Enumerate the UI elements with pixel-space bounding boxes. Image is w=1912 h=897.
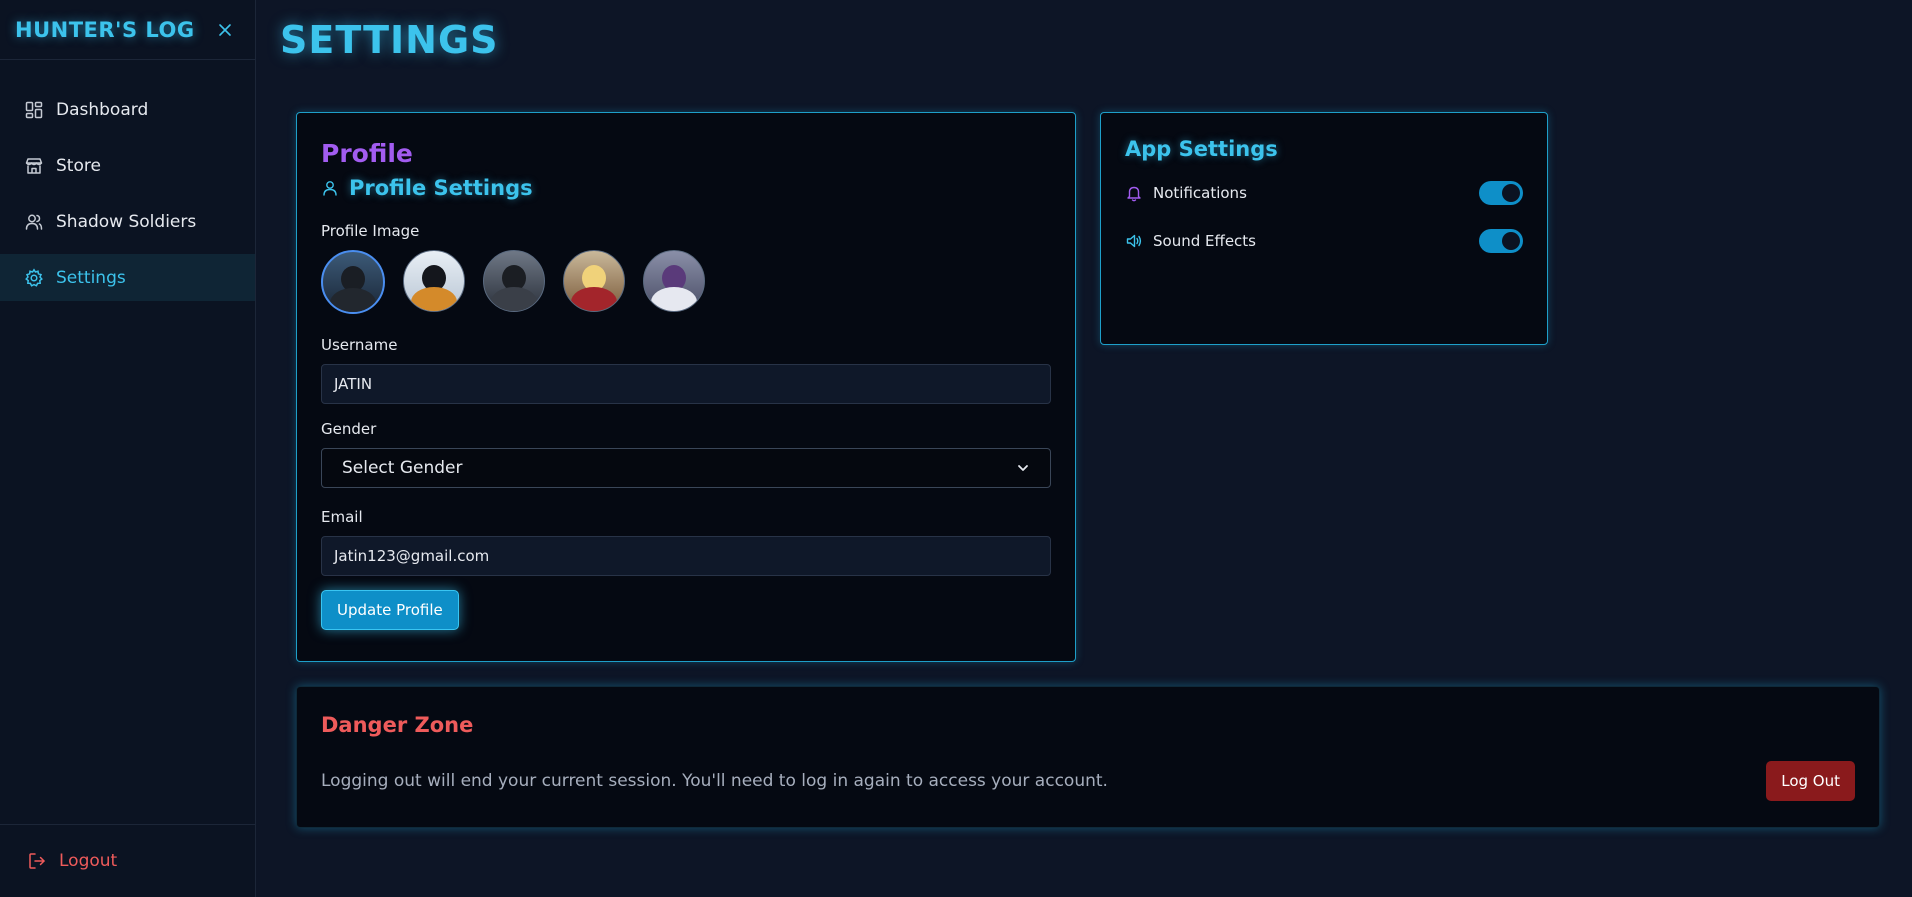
- sidebar-item-store[interactable]: Store: [0, 142, 255, 189]
- username-value: JATIN: [334, 375, 373, 393]
- close-icon: [219, 23, 231, 36]
- avatar-option[interactable]: [403, 250, 465, 312]
- danger-zone-card: Danger Zone Logging out will end your cu…: [296, 686, 1880, 828]
- gender-label: Gender: [321, 420, 377, 438]
- avatar-option[interactable]: [321, 250, 385, 314]
- logout-icon: [27, 851, 47, 871]
- toggle-knob: [1502, 184, 1520, 202]
- sound-effects-row: Sound Effects: [1125, 225, 1523, 257]
- user-icon: [321, 179, 339, 197]
- danger-zone-heading: Danger Zone: [321, 713, 474, 737]
- sidebar-item-shadow-soldiers[interactable]: Shadow Soldiers: [0, 198, 255, 245]
- sidebar-item-settings[interactable]: Settings: [0, 254, 255, 301]
- sidebar-item-label: Store: [56, 155, 101, 176]
- sidebar-nav: Dashboard Store Shadow Soldiers Settings: [0, 86, 255, 301]
- profile-subheading-label: Profile Settings: [349, 176, 533, 200]
- notifications-setting: Notifications: [1125, 184, 1247, 202]
- profile-settings-subheading: Profile Settings: [321, 176, 1051, 200]
- speaker-icon: [1125, 232, 1143, 250]
- danger-zone-text: Logging out will end your current sessio…: [321, 771, 1108, 791]
- page-title: SETTINGS: [280, 18, 499, 62]
- sidebar: HUNTER'S LOG Dashboard Store Shadow Sold…: [0, 0, 256, 897]
- sidebar-logout-button[interactable]: Logout: [0, 824, 255, 897]
- notifications-toggle[interactable]: [1479, 181, 1523, 205]
- sidebar-item-label: Settings: [56, 267, 126, 288]
- users-icon: [24, 212, 44, 232]
- username-label: Username: [321, 336, 398, 354]
- avatar-option[interactable]: [563, 250, 625, 312]
- notifications-row: Notifications: [1125, 177, 1523, 209]
- close-sidebar-button[interactable]: [217, 22, 233, 38]
- sidebar-item-dashboard[interactable]: Dashboard: [0, 86, 255, 133]
- app-settings-card: App Settings Notifications Sound Effects: [1100, 112, 1548, 345]
- sidebar-header: HUNTER'S LOG: [0, 0, 255, 60]
- logout-label: Logout: [59, 851, 118, 871]
- profile-card: Profile Profile Settings Profile Image U…: [296, 112, 1076, 662]
- gender-value: Select Gender: [342, 458, 463, 478]
- bell-icon: [1125, 184, 1143, 202]
- profile-image-label: Profile Image: [321, 222, 420, 240]
- app-settings-heading: App Settings: [1125, 137, 1278, 161]
- gear-icon: [24, 267, 44, 288]
- update-profile-button[interactable]: Update Profile: [321, 590, 459, 630]
- avatar-option[interactable]: [483, 250, 545, 312]
- danger-zone-row: Logging out will end your current sessio…: [321, 761, 1855, 801]
- profile-heading: Profile: [321, 139, 413, 168]
- store-icon: [24, 156, 44, 176]
- log-out-button[interactable]: Log Out: [1766, 761, 1855, 801]
- sound-effects-toggle[interactable]: [1479, 229, 1523, 253]
- gender-select[interactable]: Select Gender: [321, 448, 1051, 488]
- sidebar-item-label: Shadow Soldiers: [56, 211, 197, 232]
- notifications-label: Notifications: [1153, 184, 1247, 202]
- avatar-option[interactable]: [643, 250, 705, 312]
- email-value: Jatin123@gmail.com: [334, 547, 490, 565]
- email-field[interactable]: Jatin123@gmail.com: [321, 536, 1051, 576]
- toggle-knob: [1502, 232, 1520, 250]
- sound-effects-label: Sound Effects: [1153, 232, 1256, 250]
- username-field[interactable]: JATIN: [321, 364, 1051, 404]
- email-label: Email: [321, 508, 363, 526]
- chevron-down-icon: [1018, 465, 1028, 471]
- grid-icon: [24, 100, 44, 120]
- avatar-picker: [321, 250, 1051, 314]
- sidebar-item-label: Dashboard: [56, 99, 149, 120]
- sound-effects-setting: Sound Effects: [1125, 232, 1256, 250]
- brand-title: HUNTER'S LOG: [15, 17, 195, 42]
